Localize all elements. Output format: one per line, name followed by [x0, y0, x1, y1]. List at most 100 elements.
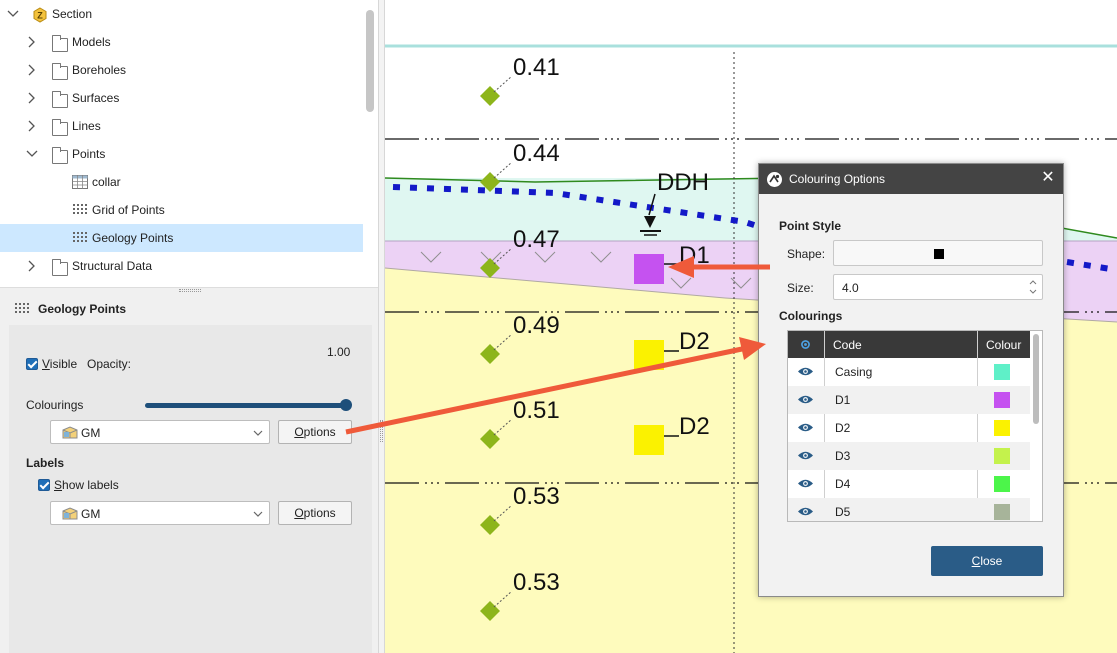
eye-icon[interactable] — [797, 478, 814, 489]
tree-item-label: collar — [92, 175, 121, 189]
tree-item-label: Surfaces — [72, 91, 120, 105]
eye-icon[interactable] — [797, 450, 814, 461]
chevron-right-icon[interactable] — [25, 35, 39, 49]
visibility-header-icon[interactable] — [797, 339, 814, 353]
svg-text:Z: Z — [37, 11, 43, 21]
colourings-section-label: Colourings — [779, 309, 843, 323]
value-marker: 0.41 — [480, 54, 560, 106]
options-button-label: Options — [294, 506, 336, 520]
colouring-icon — [62, 426, 78, 439]
close-button[interactable]: Close — [931, 546, 1043, 576]
colourings-label: Colourings — [26, 398, 84, 412]
table-row[interactable]: D4 — [788, 470, 1030, 498]
spinner-arrows-icon[interactable] — [1028, 277, 1038, 300]
codes-scrollbar-thumb[interactable] — [1033, 334, 1039, 424]
tree-item-structural-data[interactable]: Structural Data — [0, 252, 363, 280]
tree-item-boreholes[interactable]: Boreholes — [0, 56, 363, 84]
eye-icon[interactable] — [797, 366, 814, 377]
tree-item-label: Models — [72, 35, 111, 49]
chevron-right-icon[interactable] — [25, 259, 39, 273]
vertical-splitter[interactable] — [378, 0, 385, 653]
chevron-right-icon[interactable] — [25, 63, 39, 77]
tree-item-label: Geology Points — [92, 231, 174, 245]
value-label: 0.41 — [513, 54, 560, 81]
tree-item-label: Structural Data — [72, 259, 153, 273]
code-cell: D1 — [835, 393, 851, 407]
tree-item-points[interactable]: Points — [0, 140, 363, 168]
size-label: Size: — [787, 281, 814, 295]
code-cell: D4 — [835, 477, 851, 491]
square-shape-icon — [934, 249, 944, 259]
project-tree: Z Section Models Boreholes Surfaces Line… — [0, 0, 378, 287]
tree-item-grid-of-points[interactable]: Grid of Points — [0, 196, 363, 224]
opacity-slider-handle[interactable] — [340, 399, 352, 411]
chevron-down-icon — [253, 427, 263, 437]
tree-item-lines[interactable]: Lines — [0, 112, 363, 140]
app-icon — [767, 172, 782, 187]
colouring-options-dialog: Colouring Options ✕ Point Style Shape: S… — [758, 163, 1064, 597]
table-row[interactable]: D3 — [788, 442, 1030, 470]
show-labels-checkbox[interactable] — [38, 479, 50, 491]
code-cell: D5 — [835, 505, 851, 519]
tree-item-label: Points — [72, 147, 106, 161]
colour-column-header[interactable]: Colour — [986, 338, 1021, 352]
chevron-right-icon[interactable] — [25, 119, 39, 133]
code-column-header[interactable]: Code — [833, 338, 862, 352]
dialog-title: Colouring Options — [789, 172, 886, 186]
properties-body: Visible Opacity: 1.00 Colourings GM Opti… — [9, 325, 372, 653]
colourings-select[interactable]: GM — [50, 420, 270, 444]
d1-tag: D1 — [679, 242, 710, 269]
tree-item-surfaces[interactable]: Surfaces — [0, 84, 363, 112]
labels-select[interactable]: GM — [50, 501, 270, 525]
code-cell: D2 — [835, 421, 851, 435]
colour-swatch[interactable] — [994, 448, 1010, 464]
d2-tag: D2 — [679, 328, 710, 355]
table-row[interactable]: D1 — [788, 386, 1030, 414]
colour-swatch[interactable] — [994, 476, 1010, 492]
colourings-select-value: GM — [81, 426, 101, 440]
tree-item-models[interactable]: Models — [0, 28, 363, 56]
colour-swatch[interactable] — [994, 420, 1010, 436]
codes-scrollbar[interactable] — [1030, 331, 1042, 521]
colourings-options-button[interactable]: Options — [278, 420, 352, 444]
codes-table: Code Colour Casing D1 D2 D3 D4 D5 — [787, 330, 1043, 522]
colouring-icon — [62, 507, 78, 520]
tree-scrollbar[interactable] — [366, 10, 374, 112]
table-row[interactable]: D2 — [788, 414, 1030, 442]
chevron-down-icon[interactable] — [25, 147, 39, 161]
eye-icon[interactable] — [797, 394, 814, 405]
chevron-right-icon[interactable] — [25, 91, 39, 105]
d1-point — [634, 254, 664, 284]
colour-swatch[interactable] — [994, 364, 1010, 380]
labels-section-title: Labels — [26, 456, 65, 470]
folder-icon — [52, 91, 68, 108]
properties-panel: Geology Points Visible Opacity: 1.00 Col… — [0, 293, 378, 653]
dialog-titlebar[interactable]: Colouring Options ✕ — [759, 164, 1063, 194]
colour-swatch[interactable] — [994, 392, 1010, 408]
labels-options-button[interactable]: Options — [278, 501, 352, 525]
opacity-slider[interactable] — [145, 403, 349, 408]
tree-item-geology-points[interactable]: Geology Points — [0, 224, 363, 252]
properties-title: Geology Points — [38, 302, 127, 316]
tree-item-section[interactable]: Z Section — [0, 0, 363, 28]
value-label: 0.49 — [513, 312, 560, 339]
points-grid-icon — [14, 302, 30, 319]
tree-item-collar[interactable]: collar — [0, 168, 363, 196]
properties-header: Geology Points — [0, 293, 378, 325]
size-spinner[interactable]: 4.0 — [833, 274, 1043, 300]
table-row[interactable]: Casing — [788, 358, 1030, 386]
value-label: 0.53 — [513, 569, 560, 596]
chevron-down-icon[interactable] — [6, 7, 20, 21]
shape-selector[interactable] — [833, 240, 1043, 266]
close-icon[interactable]: ✕ — [1040, 170, 1056, 186]
visible-checkbox[interactable] — [26, 358, 38, 370]
colour-swatch[interactable] — [994, 504, 1010, 520]
splitter-grip[interactable] — [380, 420, 383, 442]
table-row[interactable]: D5 — [788, 498, 1030, 521]
eye-icon[interactable] — [797, 422, 814, 433]
code-cell: D3 — [835, 449, 851, 463]
splitter-grip[interactable] — [179, 289, 201, 292]
close-button-label: Close — [971, 554, 1003, 568]
labels-select-value: GM — [81, 507, 101, 521]
eye-icon[interactable] — [797, 506, 814, 517]
